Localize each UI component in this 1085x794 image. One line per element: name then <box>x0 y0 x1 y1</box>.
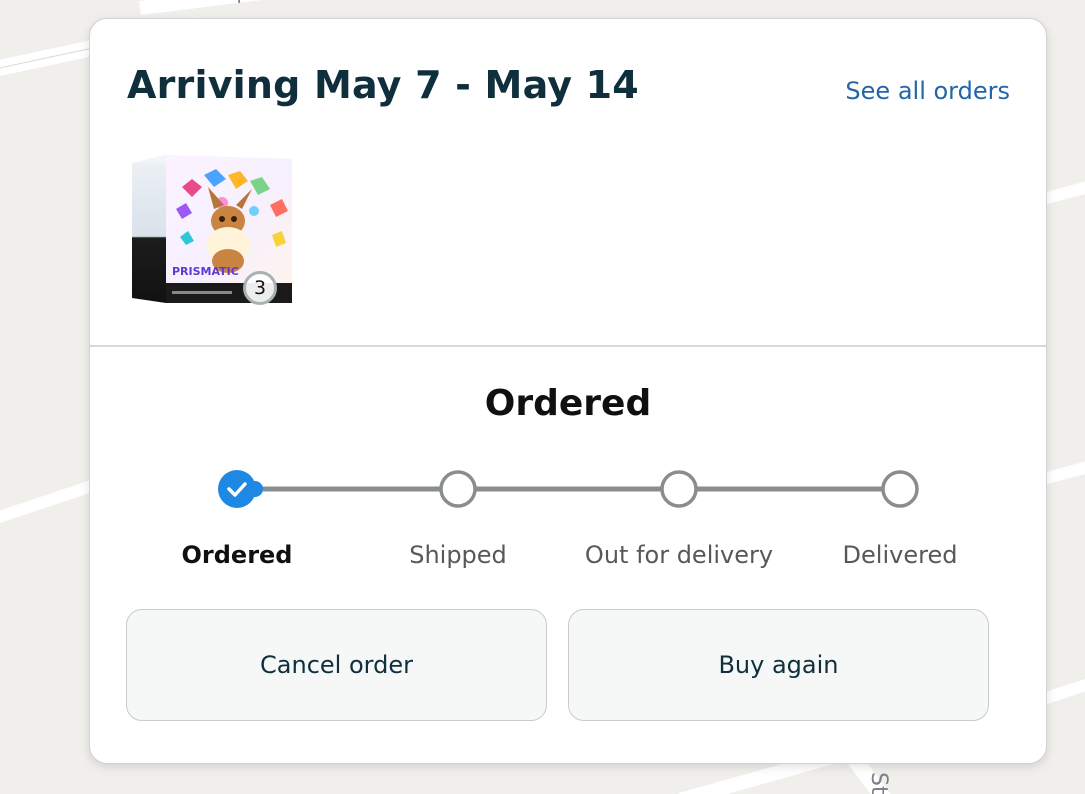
svg-text:PRISMATIC: PRISMATIC <box>172 265 239 278</box>
step-label-shipped: Shipped <box>409 541 507 569</box>
cancel-order-button[interactable]: Cancel order <box>126 609 547 721</box>
quantity-badge: 3 <box>243 271 277 305</box>
tracker-step-delivered <box>881 470 919 508</box>
order-summary: Arriving May 7 - May 14 See all orders P… <box>90 19 1046 347</box>
order-status-heading: Ordered <box>484 383 652 424</box>
order-card: Arriving May 7 - May 14 See all orders P… <box>89 18 1047 764</box>
tracker-step-ordered <box>218 470 263 508</box>
step-label-out-for-delivery: Out for delivery <box>584 541 774 569</box>
map-street-label: St <box>866 772 891 794</box>
buy-again-button[interactable]: Buy again <box>568 609 989 721</box>
product-thumbnail[interactable]: PRISMATIC 3 <box>130 153 298 311</box>
tracker-step-out-for-delivery <box>660 470 698 508</box>
check-icon <box>227 482 247 497</box>
tracker-step-shipped <box>439 470 477 508</box>
arrival-title: Arriving May 7 - May 14 <box>127 63 639 107</box>
section-divider <box>90 345 1046 347</box>
map-street-label-top: ⌐ <box>236 0 254 12</box>
see-all-orders-link[interactable]: See all orders <box>845 77 1010 105</box>
step-label-delivered: Delivered <box>842 541 958 569</box>
step-label-ordered: Ordered <box>181 541 293 569</box>
